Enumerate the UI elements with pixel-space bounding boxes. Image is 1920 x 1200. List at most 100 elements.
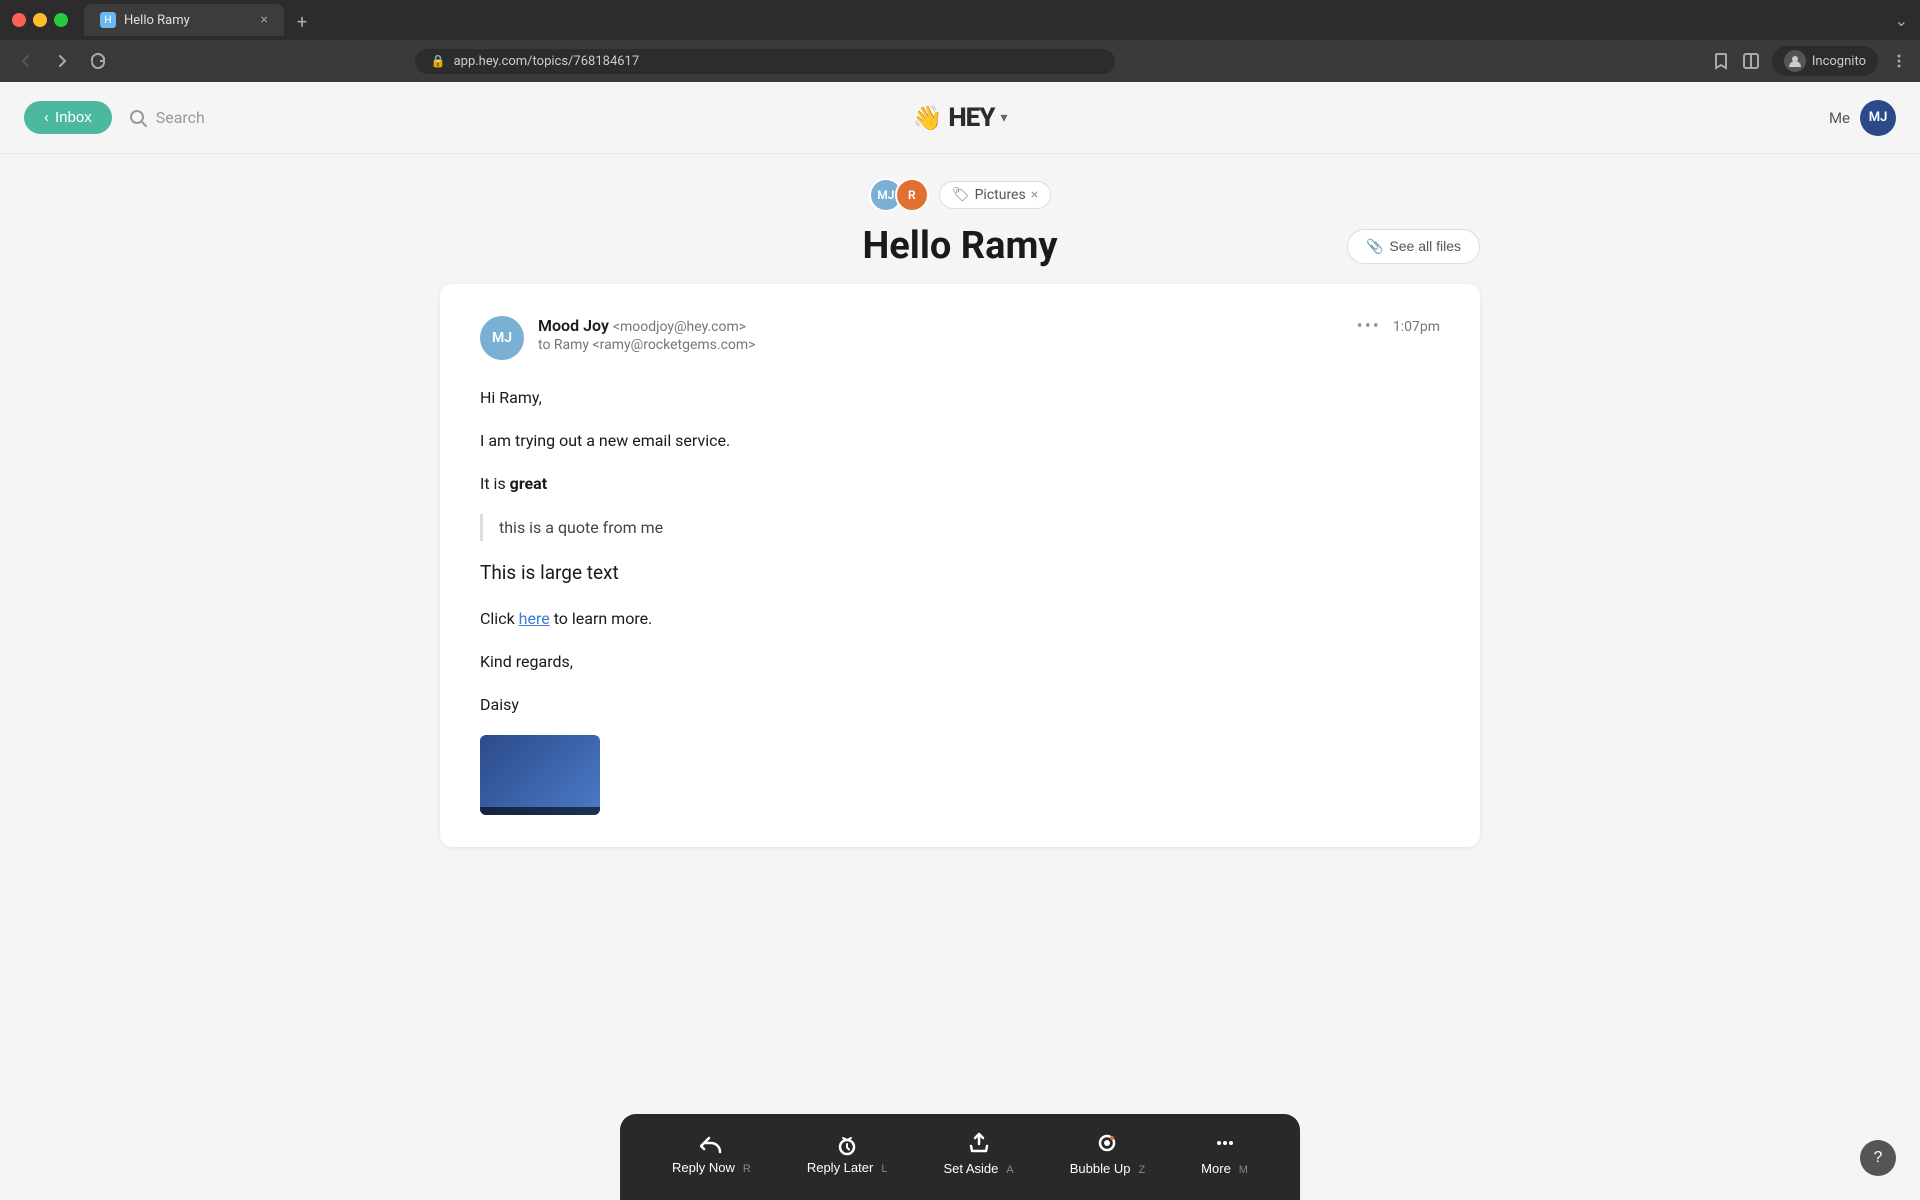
email-more-button[interactable]: ••• (1357, 316, 1381, 337)
user-avatar[interactable]: MJ (1860, 100, 1896, 136)
bottom-action-bar: Reply Now R Reply Later L Set Aside A (620, 1114, 1300, 1200)
sender-avatar: MJ (480, 316, 524, 360)
forward-button[interactable] (48, 47, 76, 75)
set-aside-icon (968, 1132, 990, 1154)
here-link[interactable]: here (519, 609, 550, 628)
browser-tabs: H Hello Ramy × + (84, 4, 1895, 36)
app-container: ‹ Inbox Search 👋 HEY ▾ Me MJ MJ R (0, 82, 1920, 1200)
see-all-files-label: See all files (1389, 238, 1461, 254)
sender-to-row: to Ramy <ramy@rocketgems.com> (538, 337, 1357, 353)
bubble-up-icon (1096, 1132, 1118, 1154)
paperclip-icon: 📎 (1366, 238, 1383, 255)
browser-tab-active[interactable]: H Hello Ramy × (84, 4, 284, 36)
body-click-line: Click here to learn more. (480, 605, 1440, 632)
more-label-row: More M (1201, 1161, 1248, 1176)
reply-now-icon (700, 1134, 722, 1156)
inbox-button[interactable]: ‹ Inbox (24, 101, 112, 134)
address-text: app.hey.com/topics/768184617 (454, 54, 640, 69)
me-label: Me (1829, 109, 1850, 127)
tag-label: Pictures (975, 187, 1026, 203)
reply-later-label: Reply Later (807, 1160, 873, 1175)
reply-now-icon-row (700, 1134, 722, 1156)
browser-menu-button[interactable] (1890, 52, 1908, 70)
reply-now-key: R (743, 1163, 751, 1175)
more-icon-row (1214, 1132, 1236, 1157)
email-time: 1:07pm (1393, 319, 1440, 335)
set-aside-label-row: Set Aside A (943, 1161, 1013, 1176)
reply-later-key: L (881, 1163, 887, 1175)
bookmark-button[interactable] (1712, 52, 1730, 70)
incognito-label: Incognito (1812, 54, 1866, 69)
set-aside-label: Set Aside (943, 1161, 998, 1176)
sender-name-row: Mood Joy <moodjoy@hey.com> (538, 316, 1357, 335)
search-bar[interactable]: Search (128, 108, 205, 128)
split-view-button[interactable] (1742, 52, 1760, 70)
browser-nav: 🔒 app.hey.com/topics/768184617 Incognito (0, 40, 1920, 82)
set-aside-key: A (1006, 1164, 1013, 1176)
lock-icon: 🔒 (431, 54, 446, 68)
quote-text: this is a quote from me (499, 518, 663, 537)
search-icon (128, 108, 148, 128)
body-great-bold: great (510, 474, 547, 493)
email-area: MJ R 🏷 Pictures × Hello Ramy 📎 See all f… (0, 154, 1920, 871)
reply-later-icon-row (836, 1134, 858, 1156)
search-label: Search (156, 108, 205, 127)
participants-row: MJ R 🏷 Pictures × (869, 178, 1051, 212)
body-great-line: It is great (480, 470, 1440, 497)
hey-logo[interactable]: 👋 HEY ▾ (912, 103, 1007, 133)
body-great-pre: It is (480, 474, 510, 493)
hey-logo-text: HEY (948, 103, 994, 133)
email-title-row: Hello Ramy 📎 See all files (440, 224, 1480, 268)
more-label: More (1201, 1161, 1231, 1176)
address-bar[interactable]: 🔒 app.hey.com/topics/768184617 (415, 49, 1115, 74)
help-button[interactable]: ? (1860, 1140, 1896, 1176)
more-icon (1214, 1132, 1236, 1154)
browser-chrome: H Hello Ramy × + ⌄ 🔒 app.hey.com/topics/… (0, 0, 1920, 82)
sender-name: Mood Joy (538, 316, 609, 335)
sender-info: Mood Joy <moodjoy@hey.com> to Ramy <ramy… (538, 316, 1357, 353)
email-card: MJ Mood Joy <moodjoy@hey.com> to Ramy <r… (440, 284, 1480, 847)
to-label: to Ramy (538, 337, 589, 353)
to-email: <ramy@rocketgems.com> (593, 337, 756, 353)
nav-right: Incognito (1712, 46, 1908, 76)
refresh-button[interactable] (84, 47, 112, 75)
see-all-files-button[interactable]: 📎 See all files (1347, 229, 1480, 264)
window-controls[interactable]: ⌄ (1895, 11, 1908, 30)
set-aside-button[interactable]: Set Aside A (915, 1124, 1041, 1184)
minimize-window-button[interactable] (33, 13, 47, 27)
participant-avatar-r[interactable]: R (895, 178, 929, 212)
inbox-label: Inbox (55, 109, 92, 126)
close-window-button[interactable] (12, 13, 26, 27)
set-aside-icon-row (968, 1132, 990, 1157)
incognito-avatar (1784, 50, 1806, 72)
app-header: ‹ Inbox Search 👋 HEY ▾ Me MJ (0, 82, 1920, 154)
email-body: Hi Ramy, I am trying out a new email ser… (480, 384, 1440, 815)
back-button[interactable] (12, 47, 40, 75)
incognito-badge[interactable]: Incognito (1772, 46, 1878, 76)
body-signature: Daisy (480, 691, 1440, 718)
tab-favicon: H (100, 12, 116, 28)
new-tab-button[interactable]: + (288, 8, 316, 36)
bubble-up-icon-row (1096, 1132, 1118, 1157)
traffic-lights (12, 13, 68, 27)
bubble-up-button[interactable]: Bubble Up Z (1042, 1124, 1173, 1184)
body-intro: I am trying out a new email service. (480, 427, 1440, 454)
sender-email: <moodjoy@hey.com> (613, 319, 746, 335)
tab-close-button[interactable]: × (261, 13, 268, 27)
header-right: Me MJ (1829, 100, 1896, 136)
reply-later-button[interactable]: Reply Later L (779, 1126, 916, 1183)
more-button[interactable]: More M (1173, 1124, 1276, 1184)
reply-now-button[interactable]: Reply Now R (644, 1126, 779, 1183)
email-header: MJ Mood Joy <moodjoy@hey.com> to Ramy <r… (480, 316, 1440, 360)
inbox-arrow-icon: ‹ (44, 109, 49, 126)
body-click-post: to learn more. (550, 609, 653, 628)
pictures-tag[interactable]: 🏷 Pictures × (939, 181, 1051, 209)
reply-now-label-row: Reply Now R (672, 1160, 751, 1175)
reply-later-icon (836, 1134, 858, 1156)
hey-chevron-icon: ▾ (1000, 110, 1007, 126)
maximize-window-button[interactable] (54, 13, 68, 27)
body-regards: Kind regards, (480, 648, 1440, 675)
tag-close-button[interactable]: × (1031, 187, 1038, 203)
more-key: M (1239, 1164, 1248, 1176)
quote-block: this is a quote from me (480, 514, 1440, 541)
